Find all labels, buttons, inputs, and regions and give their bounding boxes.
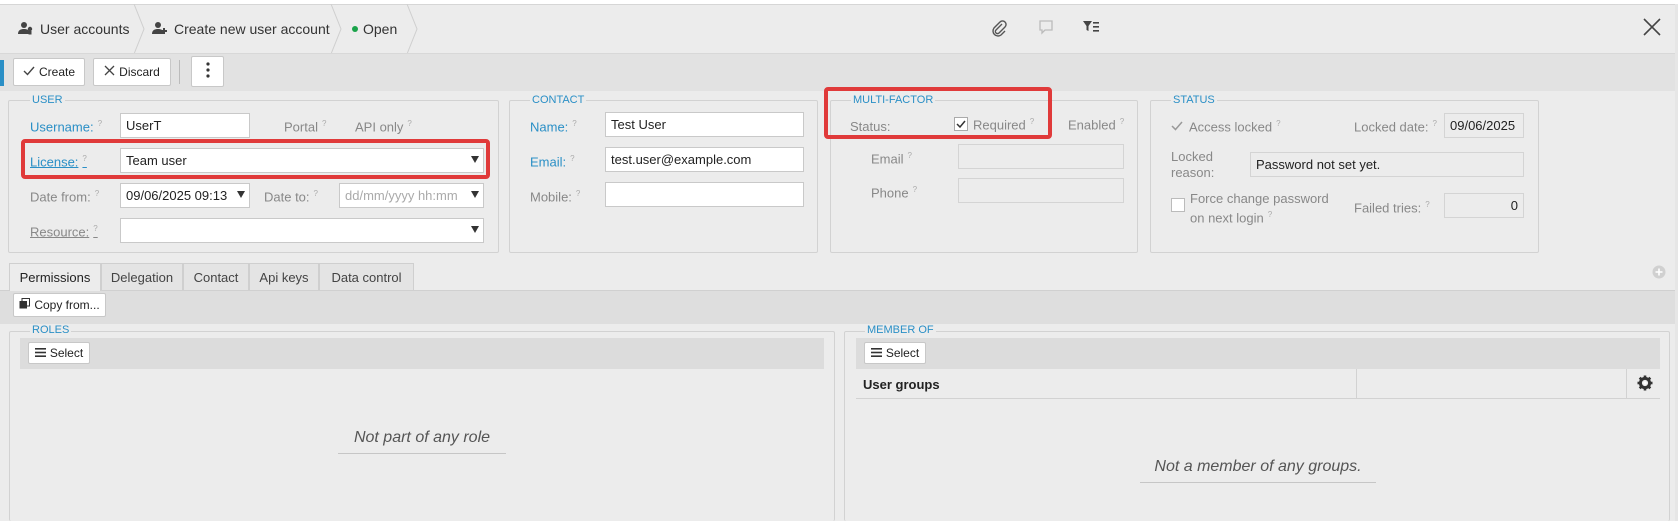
comment-icon[interactable]	[1038, 19, 1054, 38]
email-label: Email:?	[530, 154, 575, 170]
failed-tries-label: Failed tries:?	[1354, 200, 1430, 216]
user-groups-header-row	[856, 369, 1660, 399]
discard-label: Discard	[119, 65, 160, 79]
roles-legend: ROLES	[30, 324, 72, 336]
chevron-down-icon	[237, 191, 245, 198]
date-from-value: 09/06/2025 09:13	[126, 188, 228, 203]
roles-select-button[interactable]: Select	[28, 342, 90, 364]
mobile-label: Mobile:?	[530, 189, 581, 205]
username-input[interactable]: UserT	[120, 113, 250, 138]
date-to-input[interactable]: dd/mm/yyyy hh:mm	[339, 183, 484, 208]
member-of-toolbar	[856, 338, 1660, 369]
roles-empty-message: Not part of any role	[338, 429, 506, 454]
breadcrumb-separator	[330, 3, 342, 55]
column-divider	[1356, 369, 1357, 399]
access-locked-check-icon	[1171, 119, 1183, 134]
close-icon[interactable]	[1643, 18, 1661, 39]
column-divider	[1626, 369, 1627, 399]
failed-tries-input: 0	[1444, 193, 1524, 218]
locked-reason-label: Locked reason:	[1171, 149, 1215, 180]
add-circle-icon[interactable]	[1652, 265, 1666, 282]
portal-label: Portal?	[284, 119, 327, 135]
mfa-highlight	[824, 87, 1052, 139]
discard-button[interactable]: Discard	[93, 58, 171, 86]
mobile-input[interactable]	[605, 182, 804, 207]
member-of-legend: MEMBER OF	[865, 324, 936, 336]
chevron-down-icon	[471, 226, 479, 233]
check-icon	[23, 65, 35, 79]
date-from-label: Date from:?	[30, 189, 100, 205]
date-to-label: Date to:?	[264, 189, 318, 205]
list-icon	[34, 346, 46, 360]
create-button[interactable]: Create	[13, 58, 85, 86]
roles-select-label: Select	[49, 346, 84, 360]
copy-from-button[interactable]: Copy from...	[13, 293, 106, 317]
member-of-select-button[interactable]: Select	[864, 342, 926, 364]
name-input[interactable]: Test User	[605, 112, 804, 137]
contact-group-legend: CONTACT	[530, 94, 587, 106]
breadcrumb-label: Create new user account	[174, 21, 330, 37]
enabled-label: Enabled?	[1068, 117, 1125, 133]
date-from-input[interactable]: 09/06/2025 09:13	[120, 183, 250, 208]
toolbar	[0, 53, 1678, 91]
create-label: Create	[38, 65, 76, 79]
copy-icon	[19, 298, 31, 312]
locked-date-label: Locked date:?	[1354, 119, 1437, 135]
api-only-label: API only?	[355, 119, 412, 135]
breadcrumb-create-new[interactable]: Create new user account	[152, 4, 330, 54]
member-of-empty-message: Not a member of any groups.	[1140, 458, 1376, 483]
filter-list-icon[interactable]	[1082, 19, 1100, 38]
locked-reason-input: Password not set yet.	[1250, 152, 1524, 177]
resource-select[interactable]	[120, 218, 484, 243]
email-input[interactable]: test.user@example.com	[605, 147, 804, 172]
member-of-select-label: Select	[885, 346, 920, 360]
force-change-label: Force change password on next login?	[1190, 191, 1329, 226]
mfa-email-label: Email?	[871, 151, 912, 167]
copy-from-label: Copy from...	[34, 298, 100, 312]
user-group-legend: USER	[30, 94, 65, 106]
mfa-phone-label: Phone?	[871, 185, 918, 201]
date-to-placeholder: dd/mm/yyyy hh:mm	[345, 188, 458, 203]
breadcrumb-separator	[406, 3, 418, 55]
x-icon	[104, 65, 115, 79]
tab-delegation[interactable]: Delegation	[101, 263, 183, 290]
status-dot-icon	[352, 26, 358, 32]
license-highlight	[21, 139, 490, 179]
breadcrumb-label: User accounts	[40, 21, 130, 37]
resource-link[interactable]: Resource:?	[30, 224, 98, 239]
tab-api-keys[interactable]: Api keys	[249, 263, 319, 290]
access-locked-label: Access locked?	[1189, 119, 1281, 135]
users-icon	[18, 21, 34, 38]
mfa-phone-input	[958, 178, 1124, 203]
name-label: Name:?	[530, 119, 577, 135]
tab-contact[interactable]: Contact	[183, 263, 249, 290]
roles-toolbar	[20, 338, 824, 369]
user-add-icon	[152, 21, 168, 38]
more-options-button[interactable]	[191, 56, 224, 87]
paperclip-icon[interactable]	[990, 19, 1008, 40]
tab-data-control[interactable]: Data control	[319, 263, 414, 290]
breadcrumb-separator	[133, 3, 145, 55]
breadcrumb-status-open: Open	[352, 4, 397, 54]
tab-toolbar	[0, 290, 1678, 324]
list-icon	[870, 346, 882, 360]
toolbar-divider	[179, 60, 180, 84]
status-label: Open	[363, 21, 398, 37]
tab-permissions[interactable]: Permissions	[9, 263, 101, 291]
user-groups-column-header[interactable]: User groups	[863, 377, 940, 392]
locked-date-input: 09/06/2025	[1444, 113, 1524, 138]
force-change-checkbox[interactable]	[1171, 198, 1185, 212]
mfa-email-input	[958, 144, 1124, 169]
chevron-down-icon	[471, 191, 479, 198]
more-vertical-icon	[205, 62, 210, 81]
selection-indicator	[0, 60, 4, 86]
username-label: Username:?	[30, 119, 103, 135]
breadcrumb-user-accounts[interactable]: User accounts	[18, 4, 129, 54]
status-group-legend: STATUS	[1171, 94, 1217, 106]
gear-icon[interactable]	[1637, 375, 1653, 394]
